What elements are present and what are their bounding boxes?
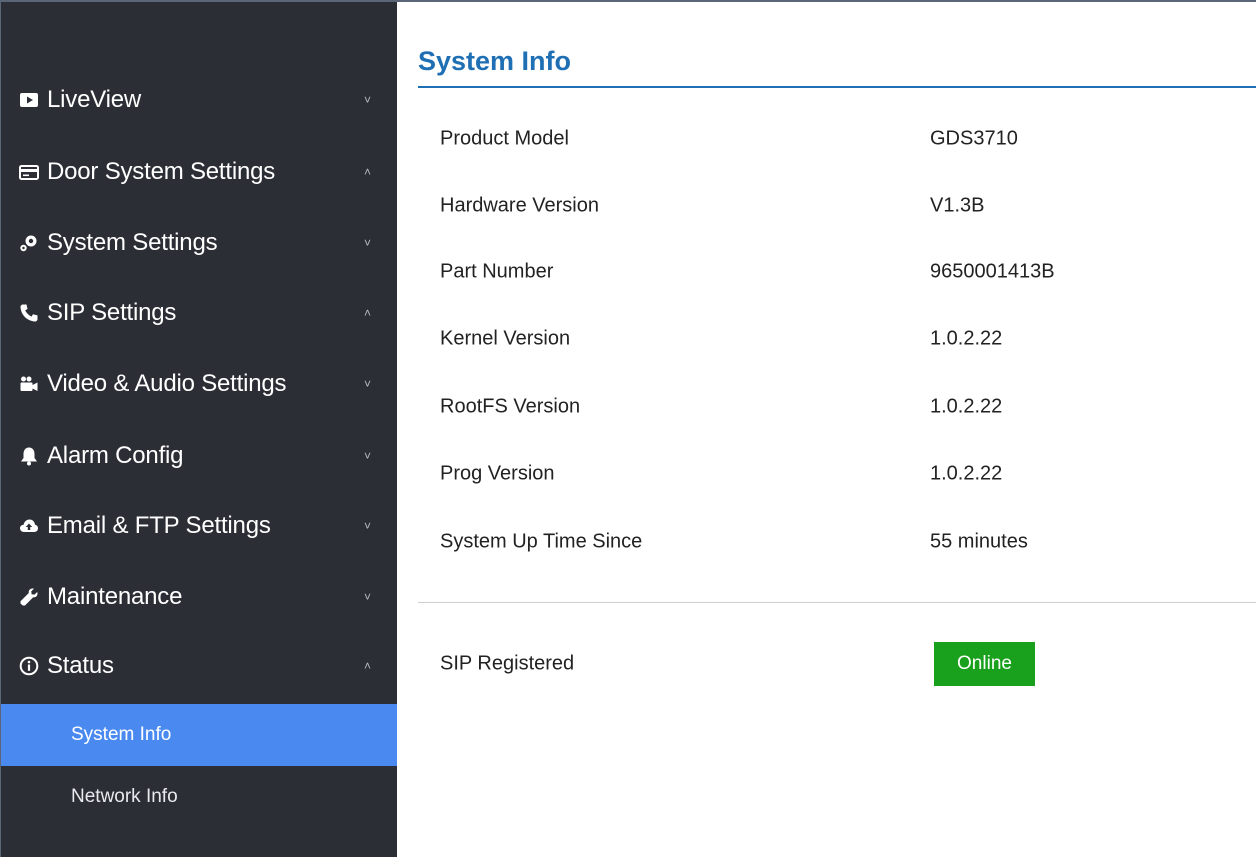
info-label: Part Number (440, 260, 554, 283)
sidebar-subitem-label: System Info (71, 724, 172, 745)
info-label: Kernel Version (440, 327, 571, 350)
sidebar-item-label: Maintenance (47, 583, 183, 610)
info-value: 9650001413B (930, 260, 1055, 283)
sidebar: LiveView ˅ Door System Settings ˄ System… (1, 2, 397, 857)
video-camera-icon (19, 374, 39, 394)
chevron-down-icon: ˅ (364, 377, 372, 391)
sidebar-item-label: System Settings (47, 229, 218, 256)
cloud-upload-icon (19, 516, 39, 536)
info-value: GDS3710 (930, 127, 1018, 150)
sidebar-item-label: Status (47, 652, 114, 679)
chevron-down-icon: ˅ (364, 236, 372, 250)
info-row-part-number: Part Number 9650001413B (397, 252, 1256, 292)
chevron-up-icon: ˄ (364, 165, 372, 179)
info-row-prog-version: Prog Version 1.0.2.22 (397, 454, 1256, 494)
chevron-down-icon: ˅ (364, 590, 372, 604)
chevron-down-icon: ˅ (364, 449, 372, 463)
chevron-down-icon: ˅ (364, 519, 372, 533)
gears-icon (19, 233, 39, 253)
sidebar-item-label: SIP Settings (47, 299, 177, 326)
section-divider (418, 602, 1256, 603)
page: LiveView ˅ Door System Settings ˄ System… (0, 0, 1256, 857)
sidebar-item-maintenance[interactable]: Maintenance ˅ (1, 563, 397, 631)
sidebar-item-alarm-config[interactable]: Alarm Config ˅ (1, 422, 397, 490)
sidebar-item-label: Door System Settings (47, 158, 276, 185)
info-label: SIP Registered (440, 652, 575, 675)
info-value: 1.0.2.22 (930, 395, 1003, 418)
sidebar-item-email-ftp-settings[interactable]: Email & FTP Settings ˅ (1, 492, 397, 560)
info-row-sip-registered: SIP Registered (397, 644, 1256, 684)
info-value: 1.0.2.22 (930, 327, 1003, 350)
sidebar-subitem-label: Network Info (71, 786, 178, 807)
title-underline (418, 86, 1256, 88)
info-label: Product Model (440, 127, 569, 150)
info-value: V1.3B (930, 194, 985, 217)
sidebar-item-system-settings[interactable]: System Settings ˅ (1, 209, 397, 277)
sidebar-subitem-network-info[interactable]: Network Info (1, 766, 397, 828)
sip-status-badge: Online (934, 642, 1035, 686)
chevron-down-icon: ˅ (364, 93, 372, 107)
info-row-product-model: Product Model GDS3710 (397, 119, 1256, 159)
info-label: Hardware Version (440, 194, 599, 217)
info-row-hardware-version: Hardware Version V1.3B (397, 186, 1256, 226)
bell-icon (19, 446, 39, 466)
info-row-system-up-time: System Up Time Since 55 minutes (397, 522, 1256, 562)
card-icon (19, 162, 39, 182)
sidebar-item-label: Email & FTP Settings (47, 512, 271, 539)
sidebar-item-label: Alarm Config (47, 442, 184, 469)
sidebar-subitem-system-info[interactable]: System Info (1, 704, 397, 766)
phone-icon (19, 303, 39, 323)
info-label: RootFS Version (440, 395, 581, 418)
info-value: 55 minutes (930, 530, 1028, 553)
info-value: 1.0.2.22 (930, 462, 1003, 485)
sidebar-item-liveview[interactable]: LiveView ˅ (1, 66, 397, 134)
wrench-icon (19, 587, 39, 607)
page-title: System Info (418, 46, 572, 76)
sidebar-item-status[interactable]: Status ˄ (1, 632, 397, 700)
info-circle-icon (19, 656, 39, 676)
sidebar-item-label: LiveView (47, 86, 142, 113)
video-play-icon (19, 90, 39, 110)
chevron-up-icon: ˄ (364, 659, 372, 673)
sidebar-item-sip-settings[interactable]: SIP Settings ˄ (1, 279, 397, 347)
sidebar-item-door-system-settings[interactable]: Door System Settings ˄ (1, 138, 397, 206)
info-row-kernel-version: Kernel Version 1.0.2.22 (397, 319, 1256, 359)
sidebar-item-label: Video & Audio Settings (47, 370, 287, 397)
chevron-up-icon: ˄ (364, 306, 372, 320)
sidebar-item-video-audio-settings[interactable]: Video & Audio Settings ˅ (1, 350, 397, 418)
info-row-rootfs-version: RootFS Version 1.0.2.22 (397, 387, 1256, 427)
main-content: System Info Product Model GDS3710 Hardwa… (397, 2, 1256, 857)
info-label: System Up Time Since (440, 530, 643, 553)
info-label: Prog Version (440, 462, 555, 485)
